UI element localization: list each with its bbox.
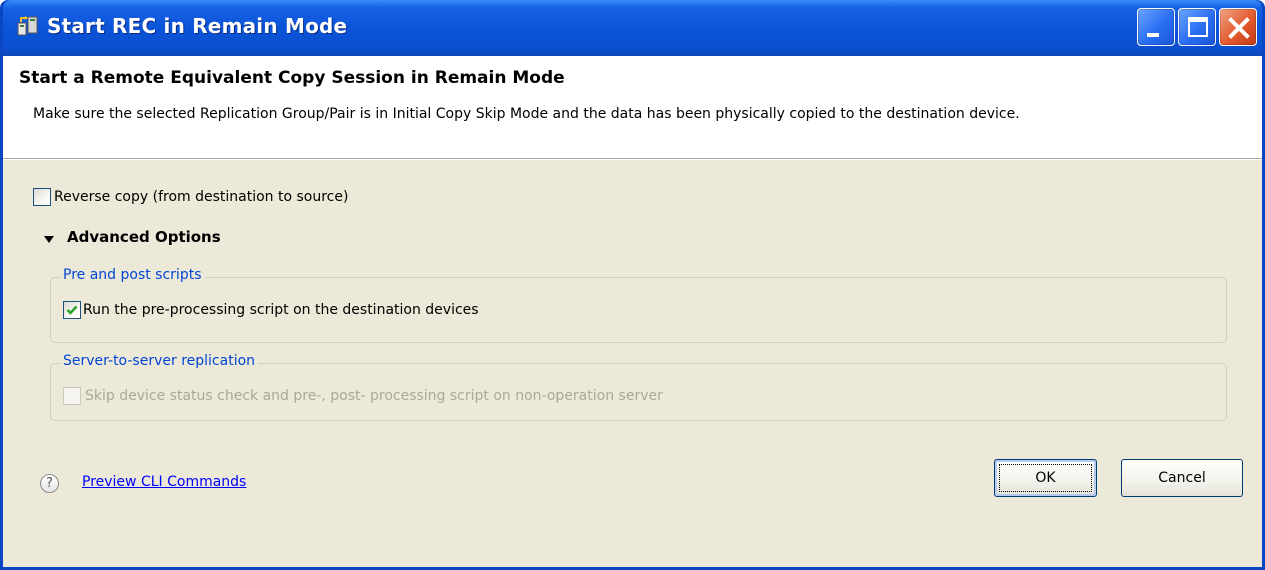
reverse-copy-checkbox[interactable] (33, 188, 51, 206)
preview-cli-commands-link[interactable]: Preview CLI Commands (82, 474, 246, 490)
close-icon (1228, 17, 1250, 39)
skip-device-status-label: Skip device status check and pre-, post-… (85, 388, 663, 404)
cancel-button[interactable]: Cancel (1121, 459, 1243, 497)
dialog-header: Start a Remote Equivalent Copy Session i… (3, 56, 1262, 160)
close-button[interactable] (1219, 8, 1257, 46)
page-title: Start a Remote Equivalent Copy Session i… (19, 68, 565, 88)
maximize-button[interactable] (1178, 8, 1216, 46)
pre-processing-script-checkbox[interactable] (63, 301, 81, 319)
window-title: Start REC in Remain Mode (47, 14, 348, 38)
group-title-pre-post-scripts: Pre and post scripts (61, 267, 205, 283)
help-icon[interactable]: ? (40, 474, 59, 493)
pre-processing-script-label[interactable]: Run the pre-processing script on the des… (83, 302, 479, 318)
advanced-options-toggle[interactable]: Advanced Options (67, 228, 221, 246)
expand-arrow-icon[interactable] (44, 236, 54, 243)
minimize-button[interactable] (1137, 8, 1175, 46)
dialog-window: Start REC in Remain Mode Start a Remote … (0, 0, 1265, 570)
group-title-server-replication: Server-to-server replication (61, 353, 259, 369)
maximize-icon (1188, 17, 1208, 37)
reverse-copy-label[interactable]: Reverse copy (from destination to source… (54, 189, 348, 205)
ok-button[interactable]: OK (994, 459, 1097, 497)
minimize-icon (1147, 33, 1159, 37)
checkmark-icon (66, 305, 78, 315)
dialog-body: Start a Remote Equivalent Copy Session i… (3, 56, 1262, 567)
skip-device-status-checkbox[interactable] (63, 387, 81, 405)
app-icon (17, 16, 38, 36)
title-bar[interactable]: Start REC in Remain Mode (3, 0, 1262, 56)
page-description: Make sure the selected Replication Group… (33, 106, 1020, 122)
